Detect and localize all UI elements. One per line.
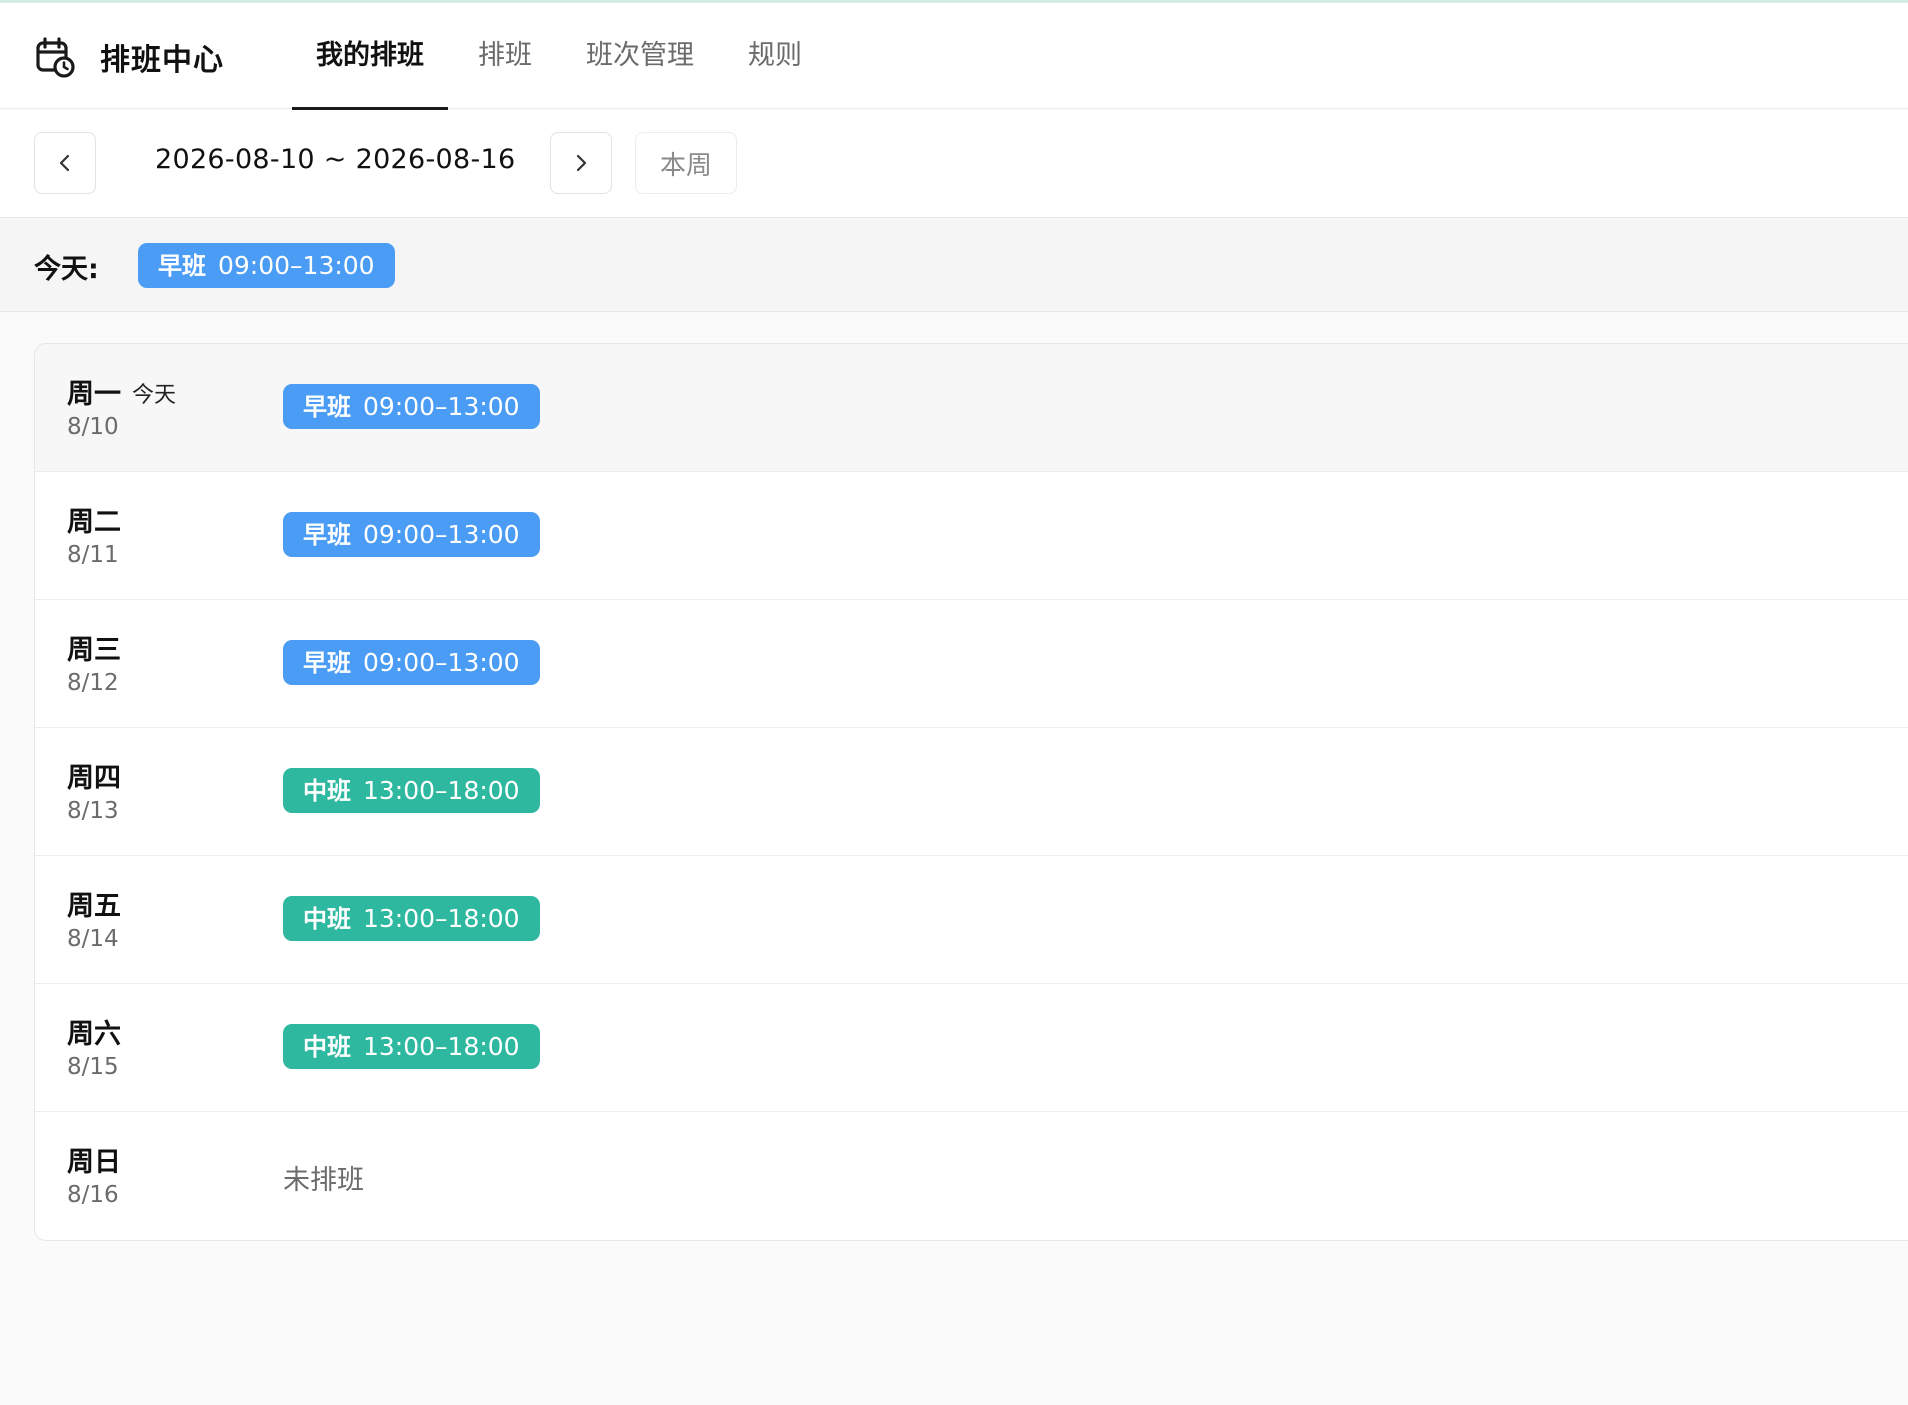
shift-time: 13:00–18:00 xyxy=(363,904,520,933)
shift-name: 早班 xyxy=(303,649,351,677)
day-date: 8/11 xyxy=(67,542,119,568)
day-date: 8/16 xyxy=(67,1182,119,1208)
shift-name: 中班 xyxy=(303,777,351,805)
shift-badge: 早班 09:00–13:00 xyxy=(283,384,540,429)
shift-name: 早班 xyxy=(303,393,351,421)
calendar-clock-icon xyxy=(36,37,75,78)
today-summary: 今天: 早班 09:00–13:00 xyxy=(0,219,1908,312)
shift-time: 09:00–13:00 xyxy=(218,251,375,280)
shift-time: 13:00–18:00 xyxy=(363,1032,520,1061)
shift-badge: 早班 09:00–13:00 xyxy=(283,512,540,557)
this-week-button[interactable]: 本周 xyxy=(635,132,737,194)
app-title: 排班中心 xyxy=(100,43,224,78)
day-date: 8/12 xyxy=(67,670,119,696)
shift-badge: 中班 13:00–18:00 xyxy=(283,1024,540,1069)
shift-time: 09:00–13:00 xyxy=(363,520,520,549)
schedule-row: 周三 8/12 早班 09:00–13:00 xyxy=(35,600,1908,728)
main-tabs: 我的排班 排班 班次管理 规则 xyxy=(292,3,832,110)
weekly-schedule-list: 周一 今天 8/10 早班 09:00–13:00 周二 8/11 早班 09:00… xyxy=(34,343,1908,1241)
weekday: 周五 xyxy=(67,891,121,922)
schedule-row: 周二 8/11 早班 09:00–13:00 xyxy=(35,472,1908,600)
tab-shift-management[interactable]: 班次管理 xyxy=(562,3,718,109)
tab-scheduling[interactable]: 排班 xyxy=(454,3,556,109)
chevron-right-icon xyxy=(576,154,587,172)
weekday: 周二 xyxy=(67,507,121,538)
brand: 排班中心 xyxy=(34,35,224,79)
prev-week-button[interactable] xyxy=(34,132,96,194)
tab-rules[interactable]: 规则 xyxy=(724,3,826,109)
weekday: 周三 xyxy=(67,635,121,666)
shift-badge: 中班 13:00–18:00 xyxy=(283,768,540,813)
chevron-left-icon xyxy=(59,154,70,172)
shift-badge: 早班 09:00–13:00 xyxy=(283,640,540,685)
weekday: 周四 xyxy=(67,763,121,794)
shift-name: 中班 xyxy=(303,1033,351,1061)
schedule-row: 周四 8/13 中班 13:00–18:00 xyxy=(35,728,1908,856)
schedule-row: 周五 8/14 中班 13:00–18:00 xyxy=(35,856,1908,984)
schedule-row: 周六 8/15 中班 13:00–18:00 xyxy=(35,984,1908,1112)
today-label: 今天: xyxy=(34,254,99,285)
shift-name: 早班 xyxy=(158,252,206,280)
tab-my-schedule[interactable]: 我的排班 xyxy=(292,3,448,110)
day-date: 8/10 xyxy=(67,414,119,440)
shift-badge: 中班 13:00–18:00 xyxy=(283,896,540,941)
weekday: 周六 xyxy=(67,1019,121,1050)
app-header: 排班中心 我的排班 排班 班次管理 规则 xyxy=(0,3,1908,110)
day-date: 8/14 xyxy=(67,926,119,952)
shift-name: 中班 xyxy=(303,905,351,933)
next-week-button[interactable] xyxy=(550,132,612,194)
today-shift-badge: 早班 09:00–13:00 xyxy=(138,243,395,288)
today-tag: 今天 xyxy=(132,383,177,408)
shift-time: 09:00–13:00 xyxy=(363,392,520,421)
date-range: 2026-08-10 ~ 2026-08-16 xyxy=(155,144,516,175)
unscheduled-text: 未排班 xyxy=(283,1165,364,1196)
weekday: 周一 xyxy=(67,379,121,410)
day-date: 8/15 xyxy=(67,1054,119,1080)
date-navigator: 2026-08-10 ~ 2026-08-16 本周 xyxy=(0,110,1908,218)
shift-name: 早班 xyxy=(303,521,351,549)
schedule-row: 周日 8/16 未排班 xyxy=(35,1112,1908,1240)
weekday: 周日 xyxy=(67,1147,121,1178)
shift-time: 13:00–18:00 xyxy=(363,776,520,805)
schedule-row: 周一 今天 8/10 早班 09:00–13:00 xyxy=(35,344,1908,472)
shift-time: 09:00–13:00 xyxy=(363,648,520,677)
day-date: 8/13 xyxy=(67,798,119,824)
